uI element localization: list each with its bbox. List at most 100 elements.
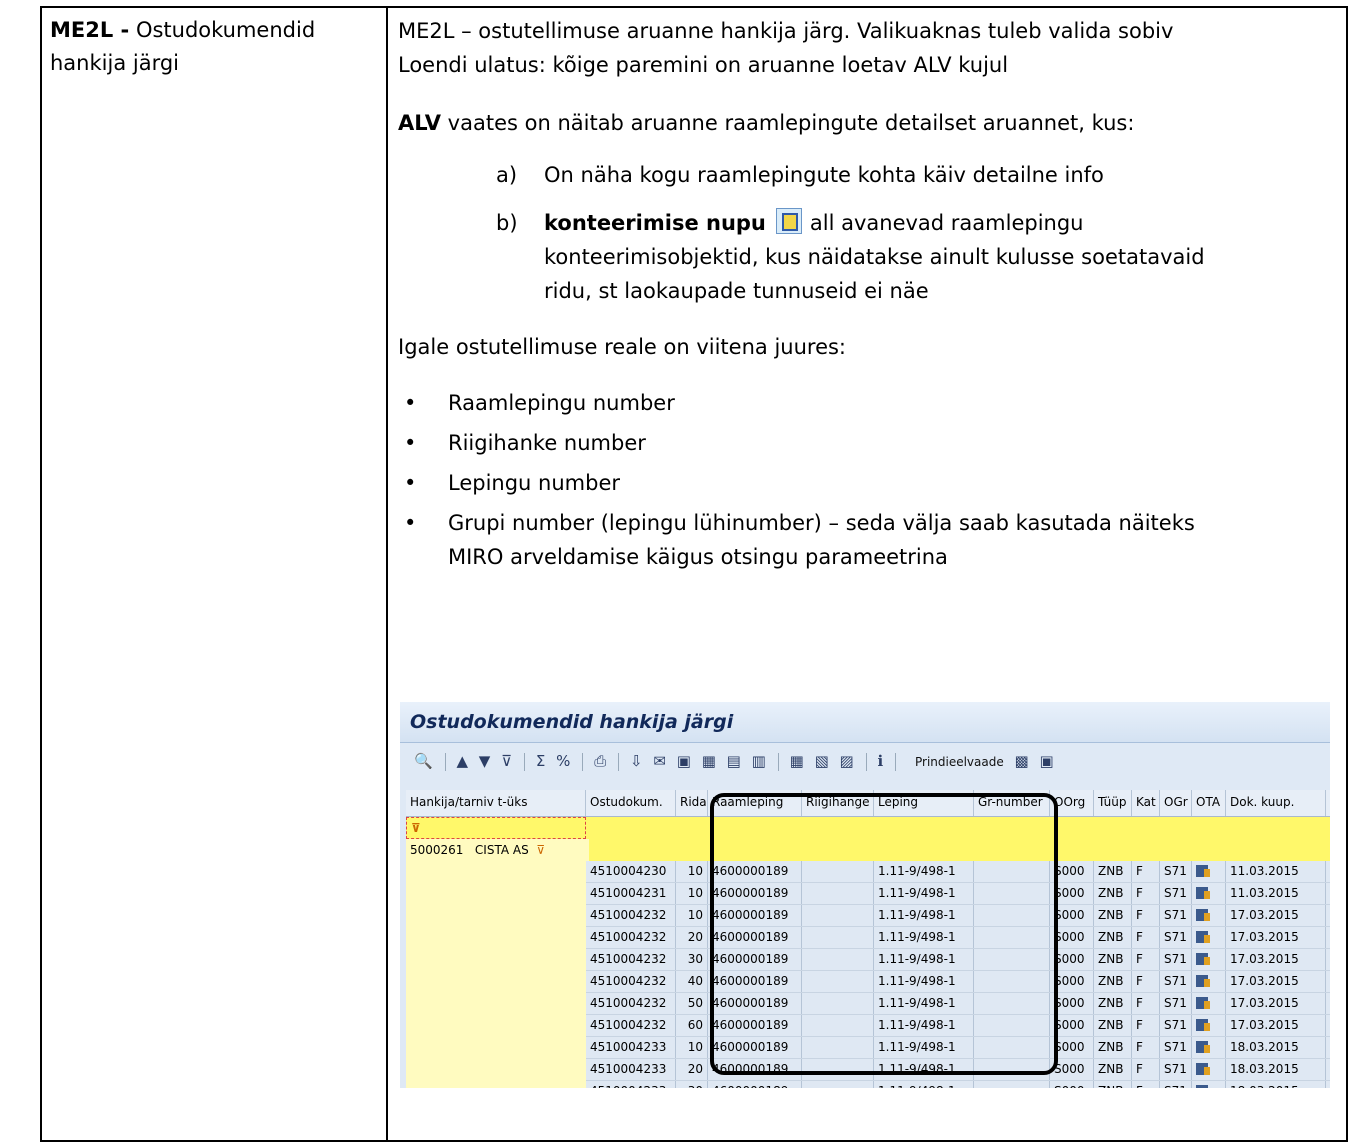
table-cell[interactable]: F: [1132, 861, 1160, 882]
table-cell[interactable]: ZNB: [1094, 861, 1132, 882]
table-cell[interactable]: ZNB: [1094, 905, 1132, 926]
ota-icon[interactable]: [1196, 887, 1210, 899]
table-cell[interactable]: 50: [676, 993, 708, 1014]
table-cell[interactable]: S000: [1050, 1081, 1094, 1088]
table-cell[interactable]: 60: [676, 1015, 708, 1036]
table-cell[interactable]: 18.03.2015: [1226, 1037, 1326, 1058]
table-cell[interactable]: F: [1132, 905, 1160, 926]
table-cell[interactable]: S71: [1160, 971, 1192, 992]
ota-icon[interactable]: [1196, 1041, 1210, 1053]
print-icon[interactable]: ⎙: [594, 743, 606, 779]
subtotal-icon[interactable]: %: [556, 743, 570, 779]
table-cell[interactable]: ZNB: [1094, 971, 1132, 992]
sort-ascending-icon[interactable]: ▲: [456, 743, 468, 779]
table-cell[interactable]: S71: [1160, 883, 1192, 904]
table-cell[interactable]: [1192, 1015, 1226, 1036]
table-cell[interactable]: 4510004232: [586, 1015, 676, 1036]
table-cell[interactable]: 4510004232: [586, 993, 676, 1014]
table-cell[interactable]: S71: [1160, 949, 1192, 970]
table-cell[interactable]: 18.03.2015: [1226, 1059, 1326, 1080]
ota-icon[interactable]: [1196, 931, 1210, 943]
table-cell[interactable]: S71: [1160, 993, 1192, 1014]
table-cell[interactable]: ZNB: [1094, 1081, 1132, 1088]
table-cell[interactable]: 10: [676, 905, 708, 926]
table-cell[interactable]: 4510004232: [586, 971, 676, 992]
table-cell[interactable]: 20: [676, 927, 708, 948]
table-cell[interactable]: [1192, 1059, 1226, 1080]
table-cell[interactable]: 20: [676, 1059, 708, 1080]
table-cell[interactable]: F: [1132, 927, 1160, 948]
table-cell[interactable]: 40: [676, 971, 708, 992]
details-icon[interactable]: 🔍: [414, 743, 433, 779]
table-cell[interactable]: 11.03.2015: [1226, 861, 1326, 882]
sort-descending-icon[interactable]: ▼: [479, 743, 491, 779]
table-cell[interactable]: 4600000189: [708, 1081, 802, 1088]
table-cell[interactable]: F: [1132, 971, 1160, 992]
ota-icon[interactable]: [1196, 1019, 1210, 1031]
table-cell[interactable]: 17.03.2015: [1226, 905, 1326, 926]
table-cell[interactable]: ZNB: [1094, 993, 1132, 1014]
layout-icon[interactable]: ▦: [702, 743, 716, 779]
table-cell[interactable]: S71: [1160, 1015, 1192, 1036]
table-cell[interactable]: S71: [1160, 1037, 1192, 1058]
table-cell[interactable]: ZNB: [1094, 883, 1132, 904]
ota-icon[interactable]: [1196, 865, 1210, 877]
table-cell[interactable]: S71: [1160, 1059, 1192, 1080]
export-icon[interactable]: ⇩: [630, 743, 643, 779]
table-cell[interactable]: [1192, 883, 1226, 904]
table-cell[interactable]: 4510004231: [586, 883, 676, 904]
table-cell[interactable]: [1192, 971, 1226, 992]
table-cell[interactable]: 4510004232: [586, 927, 676, 948]
ota-icon[interactable]: [1196, 909, 1210, 921]
table-cell[interactable]: 11.03.2015: [1226, 883, 1326, 904]
ota-icon[interactable]: [1196, 975, 1210, 987]
filter-icon[interactable]: ⊽: [406, 817, 586, 839]
col-header[interactable]: Ostudokum.: [586, 790, 676, 816]
table-cell[interactable]: 4510004232: [586, 949, 676, 970]
filter-icon[interactable]: ⊽: [501, 743, 512, 779]
table-cell[interactable]: 4510004233: [586, 1037, 676, 1058]
document-icon[interactable]: ▤: [727, 743, 741, 779]
table-cell[interactable]: [802, 1081, 874, 1088]
table-cell[interactable]: 17.03.2015: [1226, 949, 1326, 970]
col-header[interactable]: OTA: [1192, 790, 1226, 816]
table-cell[interactable]: 4510004233: [586, 1059, 676, 1080]
columns-icon[interactable]: ▧: [815, 743, 829, 779]
calendar-icon[interactable]: ▩: [1015, 743, 1029, 779]
grid-icon[interactable]: ▦: [790, 743, 804, 779]
table-cell[interactable]: 10: [676, 861, 708, 882]
graphic-icon[interactable]: ▣: [677, 743, 691, 779]
ota-icon[interactable]: [1196, 953, 1210, 965]
table-cell[interactable]: [1192, 905, 1226, 926]
table-cell[interactable]: 17.03.2015: [1226, 993, 1326, 1014]
ota-icon[interactable]: [1196, 1063, 1210, 1075]
table-cell[interactable]: [1192, 1081, 1226, 1088]
table-cell[interactable]: 30: [676, 1081, 708, 1088]
sum-icon[interactable]: Σ: [536, 743, 545, 779]
table-cell[interactable]: 10: [676, 1037, 708, 1058]
table-cell[interactable]: F: [1132, 949, 1160, 970]
table-cell[interactable]: S71: [1160, 1081, 1192, 1088]
table-cell[interactable]: [1192, 993, 1226, 1014]
table-cell[interactable]: 18.03.2015: [1226, 1081, 1326, 1088]
table-cell[interactable]: 17.03.2015: [1226, 1015, 1326, 1036]
table-cell[interactable]: [1192, 949, 1226, 970]
table-cell[interactable]: S71: [1160, 905, 1192, 926]
table-cell[interactable]: ZNB: [1094, 949, 1132, 970]
table-cell[interactable]: F: [1132, 883, 1160, 904]
table-row[interactable]: 4510004233304600000189 1.11-9/498-1 S000ZN…: [586, 1081, 1330, 1088]
table-cell[interactable]: ZNB: [1094, 1059, 1132, 1080]
table-cell[interactable]: F: [1132, 1015, 1160, 1036]
col-header[interactable]: Hankija/tarniv t-üks: [406, 790, 586, 816]
col-header[interactable]: Tüüp: [1094, 790, 1132, 816]
table-cell[interactable]: ZNB: [1094, 1015, 1132, 1036]
table-cell[interactable]: [974, 1081, 1050, 1088]
ota-icon[interactable]: [1196, 997, 1210, 1009]
table-cell[interactable]: 4510004230: [586, 861, 676, 882]
table-cell[interactable]: 17.03.2015: [1226, 927, 1326, 948]
mail-icon[interactable]: ✉: [653, 743, 666, 779]
table-cell[interactable]: F: [1132, 1037, 1160, 1058]
table-cell[interactable]: F: [1132, 1059, 1160, 1080]
table-cell[interactable]: 17.03.2015: [1226, 971, 1326, 992]
table-cell[interactable]: 1.11-9/498-1: [874, 1081, 974, 1088]
